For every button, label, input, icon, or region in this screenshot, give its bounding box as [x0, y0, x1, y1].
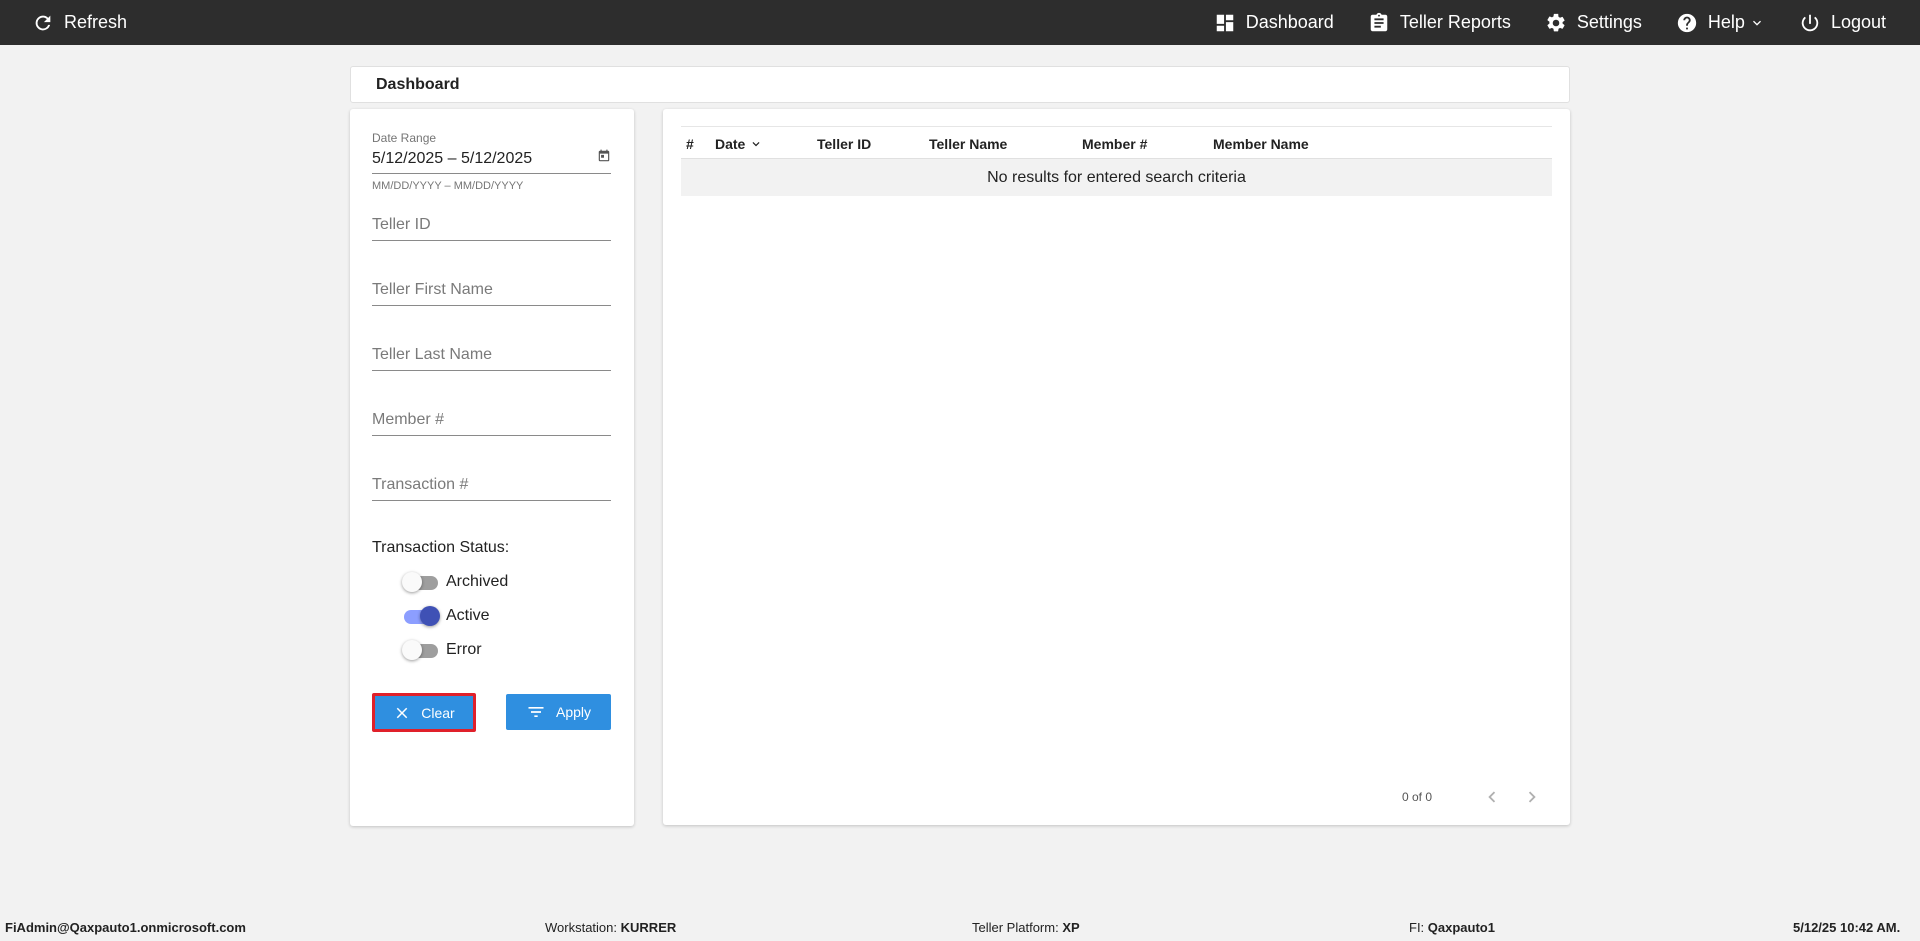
nav-settings[interactable]: Settings — [1545, 0, 1642, 45]
nav-teller-reports[interactable]: Teller Reports — [1368, 0, 1511, 45]
results-table: # Date Teller ID Teller Name Member # Me… — [681, 126, 1552, 196]
column-teller-name[interactable]: Teller Name — [929, 136, 1007, 152]
active-label: Active — [446, 607, 490, 624]
column-teller-id[interactable]: Teller ID — [817, 136, 871, 152]
page-title-card: Dashboard — [350, 66, 1570, 103]
nav-help-label: Help — [1707, 12, 1745, 32]
date-range-label: Date Range — [372, 131, 437, 145]
status-footer: FiAdmin@Qaxpauto1.onmicrosoft.com Workst… — [0, 916, 1920, 941]
calendar-icon[interactable] — [597, 149, 611, 168]
dashboard-icon — [1216, 14, 1233, 31]
toggle-active[interactable]: Active — [402, 606, 490, 626]
column-member-name-label: Member Name — [1213, 136, 1309, 152]
gear-icon — [1547, 13, 1565, 31]
transaction-number-input[interactable] — [372, 471, 611, 499]
teller-last-name-input[interactable] — [372, 341, 611, 369]
pagination-count: 0 of 0 — [1402, 790, 1433, 804]
date-range-field: Date Range 5/12/2025 – 5/12/2025 MM/DD/Y… — [372, 131, 611, 192]
filter-icon — [528, 707, 544, 717]
date-range-hint: MM/DD/YYYY – MM/DD/YYYY — [372, 180, 524, 192]
member-number-field[interactable] — [372, 406, 611, 436]
nav-settings-label: Settings — [1576, 12, 1642, 32]
error-switch[interactable] — [402, 640, 438, 660]
error-label: Error — [446, 641, 482, 658]
footer-teller-platform: Teller Platform: XP — [972, 920, 1080, 935]
nav-dashboard[interactable]: Dashboard — [1214, 0, 1334, 45]
teller-last-name-field[interactable] — [372, 341, 611, 371]
nav-logout[interactable]: Logout — [1799, 0, 1886, 45]
pagination: 0 of 0 — [1402, 786, 1552, 808]
date-range-input[interactable]: 5/12/2025 – 5/12/2025 — [372, 149, 611, 174]
help-icon — [1677, 13, 1697, 32]
column-member-number[interactable]: Member # — [1082, 136, 1147, 152]
chevron-down-icon — [1752, 20, 1761, 26]
refresh-icon — [35, 15, 51, 30]
clipboard-icon — [1370, 12, 1388, 31]
toggle-archived[interactable]: Archived — [402, 572, 508, 592]
toggle-error[interactable]: Error — [402, 640, 482, 660]
active-switch[interactable] — [402, 606, 440, 626]
close-icon — [397, 707, 408, 718]
previous-page-button[interactable] — [1472, 786, 1512, 808]
teller-id-field[interactable] — [372, 211, 611, 241]
column-teller-id-label: Teller ID — [817, 136, 872, 152]
transaction-number-field[interactable] — [372, 471, 611, 501]
table-header: # Date Teller ID Teller Name Member # Me… — [681, 126, 1552, 159]
footer-workstation: Workstation: KURRER — [545, 920, 677, 935]
apply-button[interactable]: Apply — [506, 694, 611, 730]
column-member-name[interactable]: Member Name — [1213, 136, 1309, 152]
clear-label: Clear — [421, 704, 455, 721]
page-title: Dashboard — [376, 75, 460, 93]
results-panel: # Date Teller ID Teller Name Member # Me… — [663, 109, 1570, 825]
power-icon — [1801, 14, 1819, 31]
nav-help[interactable]: Help — [1676, 0, 1765, 45]
transaction-status-title: Transaction Status: — [372, 539, 510, 556]
chevron-right-icon — [1528, 791, 1536, 803]
refresh-button[interactable]: Refresh — [32, 0, 127, 45]
clear-button[interactable]: Clear — [372, 693, 476, 732]
column-teller-name-label: Teller Name — [929, 136, 1008, 152]
column-number[interactable]: # — [686, 136, 694, 152]
top-navigation-bar: Refresh Dashboard Teller Reports Setting… — [0, 0, 1920, 45]
footer-datetime: 5/12/25 10:42 AM. — [1793, 920, 1901, 935]
teller-id-input[interactable] — [372, 211, 611, 239]
apply-label: Apply — [555, 704, 592, 720]
chevron-left-icon — [1488, 791, 1496, 803]
footer-user: FiAdmin@Qaxpauto1.onmicrosoft.com — [5, 920, 246, 935]
nav-teller-reports-label: Teller Reports — [1399, 12, 1511, 32]
nav-logout-label: Logout — [1830, 12, 1886, 32]
member-number-input[interactable] — [372, 406, 611, 434]
archived-switch[interactable] — [402, 572, 438, 592]
footer-fi: FI: Qaxpauto1 — [1409, 920, 1495, 935]
nav-dashboard-label: Dashboard — [1245, 12, 1334, 32]
date-range-value[interactable]: 5/12/2025 – 5/12/2025 — [372, 150, 532, 168]
teller-first-name-input[interactable] — [372, 276, 611, 304]
column-date[interactable]: Date — [715, 136, 763, 152]
column-number-label: # — [686, 136, 694, 152]
sort-descending-icon — [752, 142, 760, 147]
teller-first-name-field[interactable] — [372, 276, 611, 306]
archived-label: Archived — [446, 573, 509, 590]
column-date-label: Date — [715, 136, 746, 152]
next-page-button[interactable] — [1512, 786, 1552, 808]
refresh-label: Refresh — [64, 12, 128, 32]
empty-results-message: No results for entered search criteria — [681, 159, 1552, 196]
column-member-number-label: Member # — [1082, 136, 1148, 152]
filter-panel: Date Range 5/12/2025 – 5/12/2025 MM/DD/Y… — [350, 109, 634, 826]
